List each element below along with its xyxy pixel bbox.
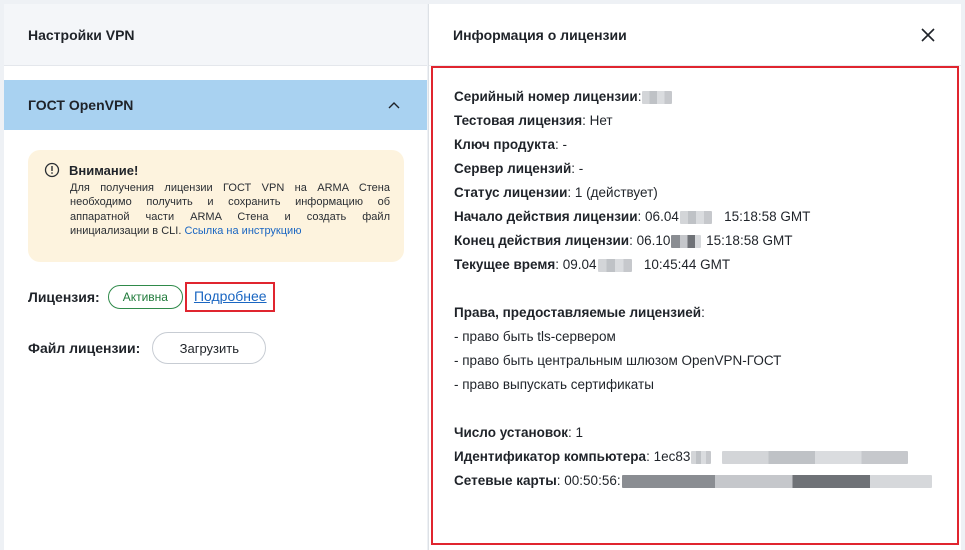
now-value-time: 10:45:44 GMT: [643, 257, 731, 272]
license-info-title: Информация о лицензии: [453, 26, 627, 43]
redacted-now: [597, 258, 632, 272]
gost-openvpn-accordion[interactable]: ГОСТ OpenVPN: [4, 80, 427, 130]
key-value: -: [562, 137, 568, 152]
server-value: -: [578, 161, 584, 176]
license-row: Лицензия: Активна Подробнее: [28, 282, 275, 312]
license-info-header: Информация о лицензии: [429, 4, 961, 66]
license-details-box: Серийный номер лицензии: Тестовая лиценз…: [431, 66, 959, 545]
panel-header: Настройки VPN: [4, 4, 427, 66]
install-count-line: Число установок: 1: [454, 421, 957, 445]
redacted-serial: [642, 90, 673, 104]
license-file-row: Файл лицензии: Загрузить: [28, 332, 267, 364]
warning-text: Для получения лицензии ГОСТ VPN на ARMA …: [70, 181, 390, 238]
license-status-badge: Активна: [107, 285, 183, 309]
key-label: Ключ продукта: [454, 137, 556, 152]
rights-title: Права, предоставляемые лицензией: [454, 305, 702, 320]
test-line: Тестовая лицензия: Нет: [454, 109, 957, 133]
status-label: Статус лицензии: [454, 185, 568, 200]
rights-item: - право быть tls-сервером: [454, 329, 616, 344]
test-value: Нет: [589, 113, 613, 128]
details-highlight: Подробнее: [184, 282, 275, 312]
serial-line: Серийный номер лицензии:: [454, 85, 957, 109]
info-circle-icon: [44, 162, 60, 178]
upload-button[interactable]: Загрузить: [152, 332, 267, 364]
end-label: Конец действия лицензии: [454, 233, 630, 248]
rights-item: - право выпускать сертификаты: [454, 377, 654, 392]
warning-header: Внимание!: [44, 162, 390, 178]
nic-value: 00:50:56:: [564, 473, 621, 488]
install-count-label: Число установок: [454, 425, 569, 440]
install-count-value: 1: [575, 425, 584, 440]
nic-line: Сетевые карты: 00:50:56:: [454, 469, 957, 493]
license-label: Лицензия:: [28, 289, 100, 305]
server-label: Сервер лицензий: [454, 161, 572, 176]
start-line: Начало действия лицензии: 06.04 15:18:58…: [454, 205, 957, 229]
start-value-time: 15:18:58 GMT: [724, 209, 811, 224]
now-label: Текущее время: [454, 257, 556, 272]
start-label: Начало действия лицензии: [454, 209, 638, 224]
redacted-nic: [621, 474, 932, 488]
test-label: Тестовая лицензия: [454, 113, 583, 128]
instruction-link[interactable]: Ссылка на инструкцию: [184, 225, 301, 237]
computer-id-line: Идентификатор компьютера: 1ec83: [454, 445, 957, 469]
close-icon[interactable]: [919, 26, 937, 44]
end-value-date: 06.10: [636, 233, 671, 248]
now-value-date: 09.04: [562, 257, 597, 272]
nic-label: Сетевые карты: [454, 473, 557, 488]
status-line: Статус лицензии: 1 (действует): [454, 181, 957, 205]
details-link[interactable]: Подробнее: [194, 288, 267, 304]
accordion-title: ГОСТ OpenVPN: [28, 97, 134, 113]
redacted-end: [671, 234, 702, 248]
vpn-settings-panel: Настройки VPN ГОСТ OpenVPN Внимание! Для…: [4, 4, 427, 550]
key-line: Ключ продукта: -: [454, 133, 957, 157]
rights-title-line: Права, предоставляемые лицензией:: [454, 301, 957, 325]
serial-label: Серийный номер лицензии: [454, 89, 638, 104]
start-value-date: 06.04: [645, 209, 679, 224]
redacted-id: [722, 450, 909, 464]
computer-id-value: 1ec83: [653, 449, 691, 464]
server-line: Сервер лицензий: -: [454, 157, 957, 181]
computer-id-label: Идентификатор компьютера: [454, 449, 647, 464]
license-info-panel: Информация о лицензии Серийный номер лиц…: [428, 4, 961, 550]
end-value-time: 15:18:58 GMT: [706, 233, 793, 248]
end-line: Конец действия лицензии: 06.10 15:18:58 …: [454, 229, 957, 253]
chevron-up-icon[interactable]: [387, 98, 401, 112]
status-value: 1 (действует): [574, 185, 658, 200]
redacted-start: [679, 210, 712, 224]
rights-item: - право быть центральным шлюзом OpenVPN-…: [454, 353, 782, 368]
license-file-label: Файл лицензии:: [28, 340, 141, 356]
warning-title: Внимание!: [69, 162, 139, 178]
now-line: Текущее время: 09.04 10:45:44 GMT: [454, 253, 957, 277]
panel-title: Настройки VPN: [28, 26, 135, 43]
warning-notice: Внимание! Для получения лицензии ГОСТ VP…: [28, 150, 404, 262]
redacted-id: [691, 450, 712, 464]
